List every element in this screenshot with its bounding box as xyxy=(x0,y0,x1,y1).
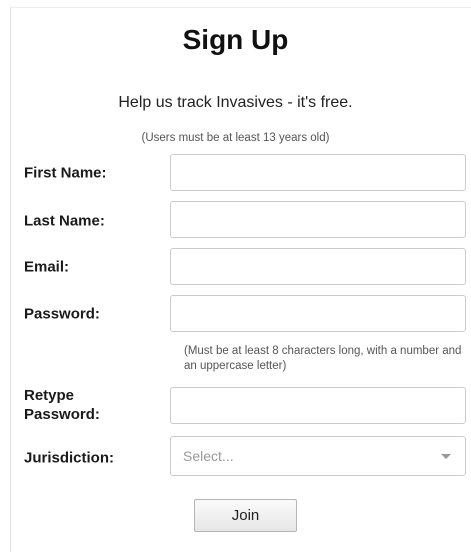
jurisdiction-selected-value: Select... xyxy=(183,448,234,464)
jurisdiction-select[interactable]: Select... xyxy=(170,436,466,476)
page-subtitle: Help us track Invasives - it's free. xyxy=(118,94,353,111)
password-label: Password: xyxy=(24,305,100,323)
jurisdiction-label: Jurisdiction: xyxy=(24,449,115,467)
retype-password-label: Retype Password: xyxy=(24,386,100,424)
password-requirement-note: (Must be at least 8 characters long, wit… xyxy=(184,345,462,372)
retype-password-field[interactable] xyxy=(170,387,466,424)
page-title: Sign Up xyxy=(182,24,289,55)
email-label: Email: xyxy=(24,258,70,276)
join-button[interactable]: Join xyxy=(194,499,297,532)
first-name-label: First Name: xyxy=(24,164,107,182)
retype-password-label-line1: Retype xyxy=(24,387,75,404)
first-name-field[interactable] xyxy=(170,154,466,191)
last-name-label: Last Name: xyxy=(24,212,105,230)
retype-password-label-line2: Password: xyxy=(24,406,100,423)
chevron-down-icon xyxy=(441,454,451,459)
email-field[interactable] xyxy=(170,248,466,285)
last-name-field[interactable] xyxy=(170,201,466,238)
age-requirement-note: (Users must be at least 13 years old) xyxy=(141,132,330,144)
password-field[interactable] xyxy=(170,295,466,332)
